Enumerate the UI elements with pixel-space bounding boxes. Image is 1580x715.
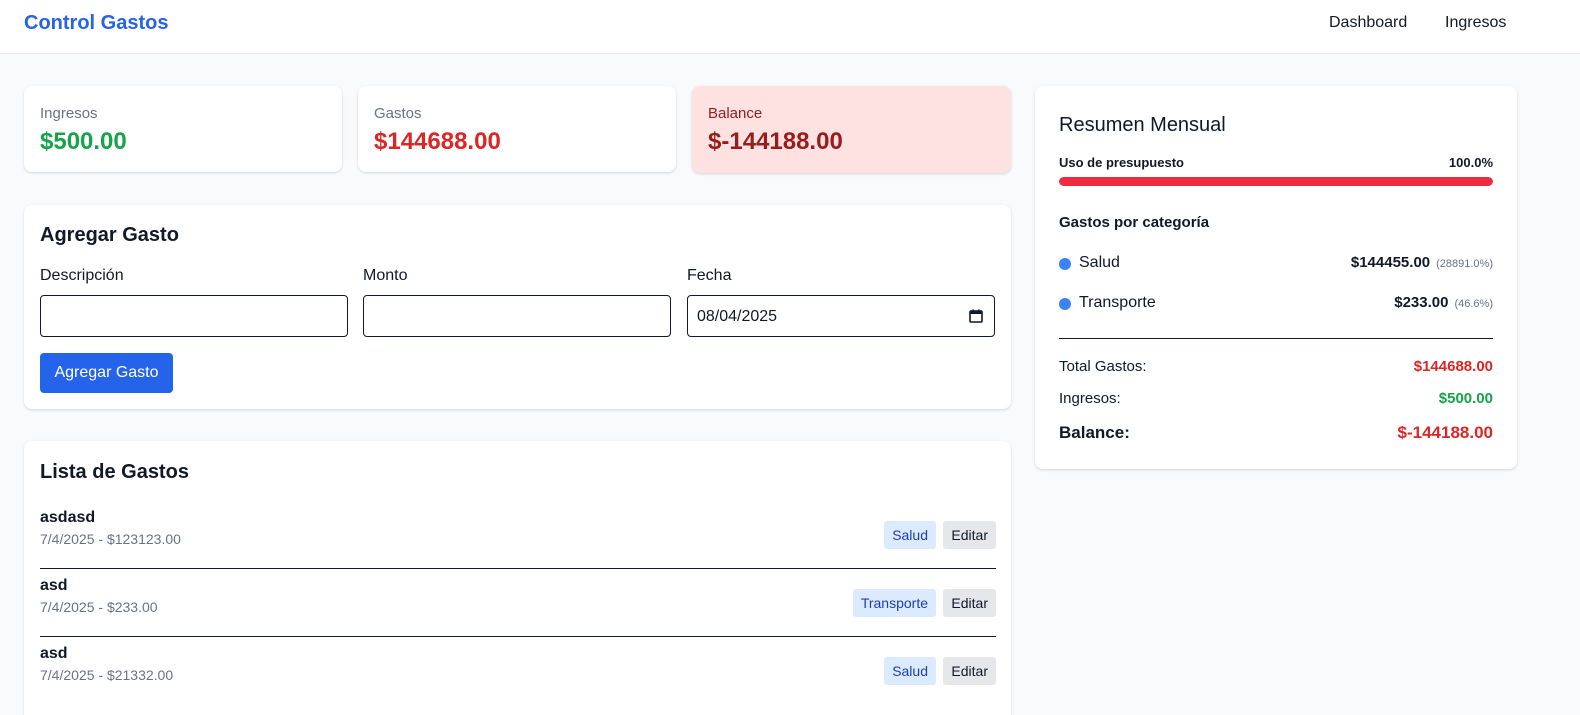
- category-badge: Salud: [884, 657, 936, 685]
- categories-heading: Gastos por categoría: [1059, 214, 1210, 231]
- expense-row: asd 7/4/2025 - $21332.00 Salud Editar: [40, 637, 996, 705]
- category-badge: Salud: [884, 521, 936, 549]
- edit-button[interactable]: Editar: [943, 589, 996, 617]
- category-amount: $144455.00: [1350, 254, 1431, 271]
- add-expense-button[interactable]: Agregar Gasto: [40, 353, 173, 393]
- summary-balance-value: $-144188.00: [1397, 423, 1493, 442]
- monto-input[interactable]: [363, 295, 671, 337]
- stat-label-ingresos: Ingresos: [40, 105, 98, 122]
- edit-button[interactable]: Editar: [943, 521, 996, 549]
- nav-link-dashboard[interactable]: Dashboard: [1329, 14, 1407, 32]
- category-badge: Transporte: [852, 589, 936, 617]
- budget-progress-fill: [1059, 177, 1493, 186]
- add-expense-card: Agregar Gasto Descripción Monto Fecha 08…: [24, 205, 1011, 409]
- nav-link-ingresos[interactable]: Ingresos: [1445, 14, 1506, 32]
- category-name: Transporte: [1079, 294, 1156, 311]
- expense-meta: 7/4/2025 - $123123.00: [40, 531, 181, 547]
- expense-description: asd: [40, 577, 68, 594]
- stat-label-gastos: Gastos: [374, 105, 422, 122]
- category-dot-icon: [1059, 258, 1071, 270]
- expense-meta: 7/4/2025 - $233.00: [40, 599, 158, 615]
- top-navbar: Control Gastos Dashboard Ingresos: [0, 0, 1580, 54]
- summary-divider: [1059, 338, 1493, 339]
- expense-list-card: Lista de Gastos asdasd 7/4/2025 - $12312…: [24, 441, 1011, 715]
- expense-row: asdasd 7/4/2025 - $123123.00 Salud Edita…: [40, 501, 996, 569]
- monthly-summary-card: Resumen Mensual Uso de presupuesto 100.0…: [1035, 86, 1517, 469]
- expense-description: asd: [40, 645, 68, 662]
- add-expense-title: Agregar Gasto: [40, 224, 179, 246]
- summary-ingresos-label: Ingresos:: [1059, 390, 1121, 407]
- stat-label-balance: Balance: [708, 105, 763, 122]
- stat-card-gastos: Gastos $144688.00: [358, 86, 676, 172]
- calendar-icon[interactable]: [968, 308, 984, 324]
- category-row-salud: Salud $144455.00 (28891.0%): [1059, 254, 1493, 274]
- stat-card-balance: Balance $-144188.00: [692, 86, 1011, 173]
- total-gastos-row: Total Gastos: $144688.00: [1059, 358, 1493, 380]
- summary-balance-row: Balance: $-144188.00: [1059, 423, 1493, 445]
- summary-ingresos-value: $500.00: [1438, 390, 1493, 407]
- stat-value-ingresos: $500.00: [40, 128, 127, 155]
- category-dot-icon: [1059, 298, 1071, 310]
- budget-usage-label: Uso de presupuesto: [1059, 155, 1184, 170]
- expense-list-title: Lista de Gastos: [40, 461, 189, 483]
- category-percent: (28891.0%): [1436, 258, 1493, 270]
- budget-progress-bar: [1059, 177, 1493, 186]
- category-amount: $233.00: [1394, 294, 1449, 311]
- fecha-input[interactable]: 08/04/2025: [687, 295, 995, 337]
- summary-balance-label: Balance:: [1059, 423, 1130, 442]
- fecha-label: Fecha: [687, 267, 732, 284]
- summary-title: Resumen Mensual: [1059, 114, 1226, 136]
- expense-description: asdasd: [40, 509, 96, 526]
- descripcion-input[interactable]: [40, 295, 348, 337]
- summary-ingresos-row: Ingresos: $500.00: [1059, 390, 1493, 412]
- app-title[interactable]: Control Gastos: [24, 12, 168, 35]
- total-gastos-value: $144688.00: [1413, 358, 1493, 375]
- stat-value-gastos: $144688.00: [374, 128, 501, 155]
- category-percent: (46.6%): [1454, 298, 1493, 310]
- stat-value-balance: $-144188.00: [708, 128, 843, 155]
- stat-card-ingresos: Ingresos $500.00: [24, 86, 342, 172]
- descripcion-label: Descripción: [40, 267, 124, 284]
- monto-label: Monto: [363, 267, 408, 284]
- edit-button[interactable]: Editar: [943, 657, 996, 685]
- fecha-value: 08/04/2025: [697, 308, 778, 325]
- category-name: Salud: [1079, 254, 1120, 271]
- expense-meta: 7/4/2025 - $21332.00: [40, 667, 174, 683]
- total-gastos-label: Total Gastos:: [1059, 358, 1147, 375]
- category-row-transporte: Transporte $233.00 (46.6%): [1059, 294, 1493, 314]
- budget-usage-percent: 100.0%: [1448, 155, 1493, 170]
- expense-row: asd 7/4/2025 - $233.00 Transporte Editar: [40, 569, 996, 637]
